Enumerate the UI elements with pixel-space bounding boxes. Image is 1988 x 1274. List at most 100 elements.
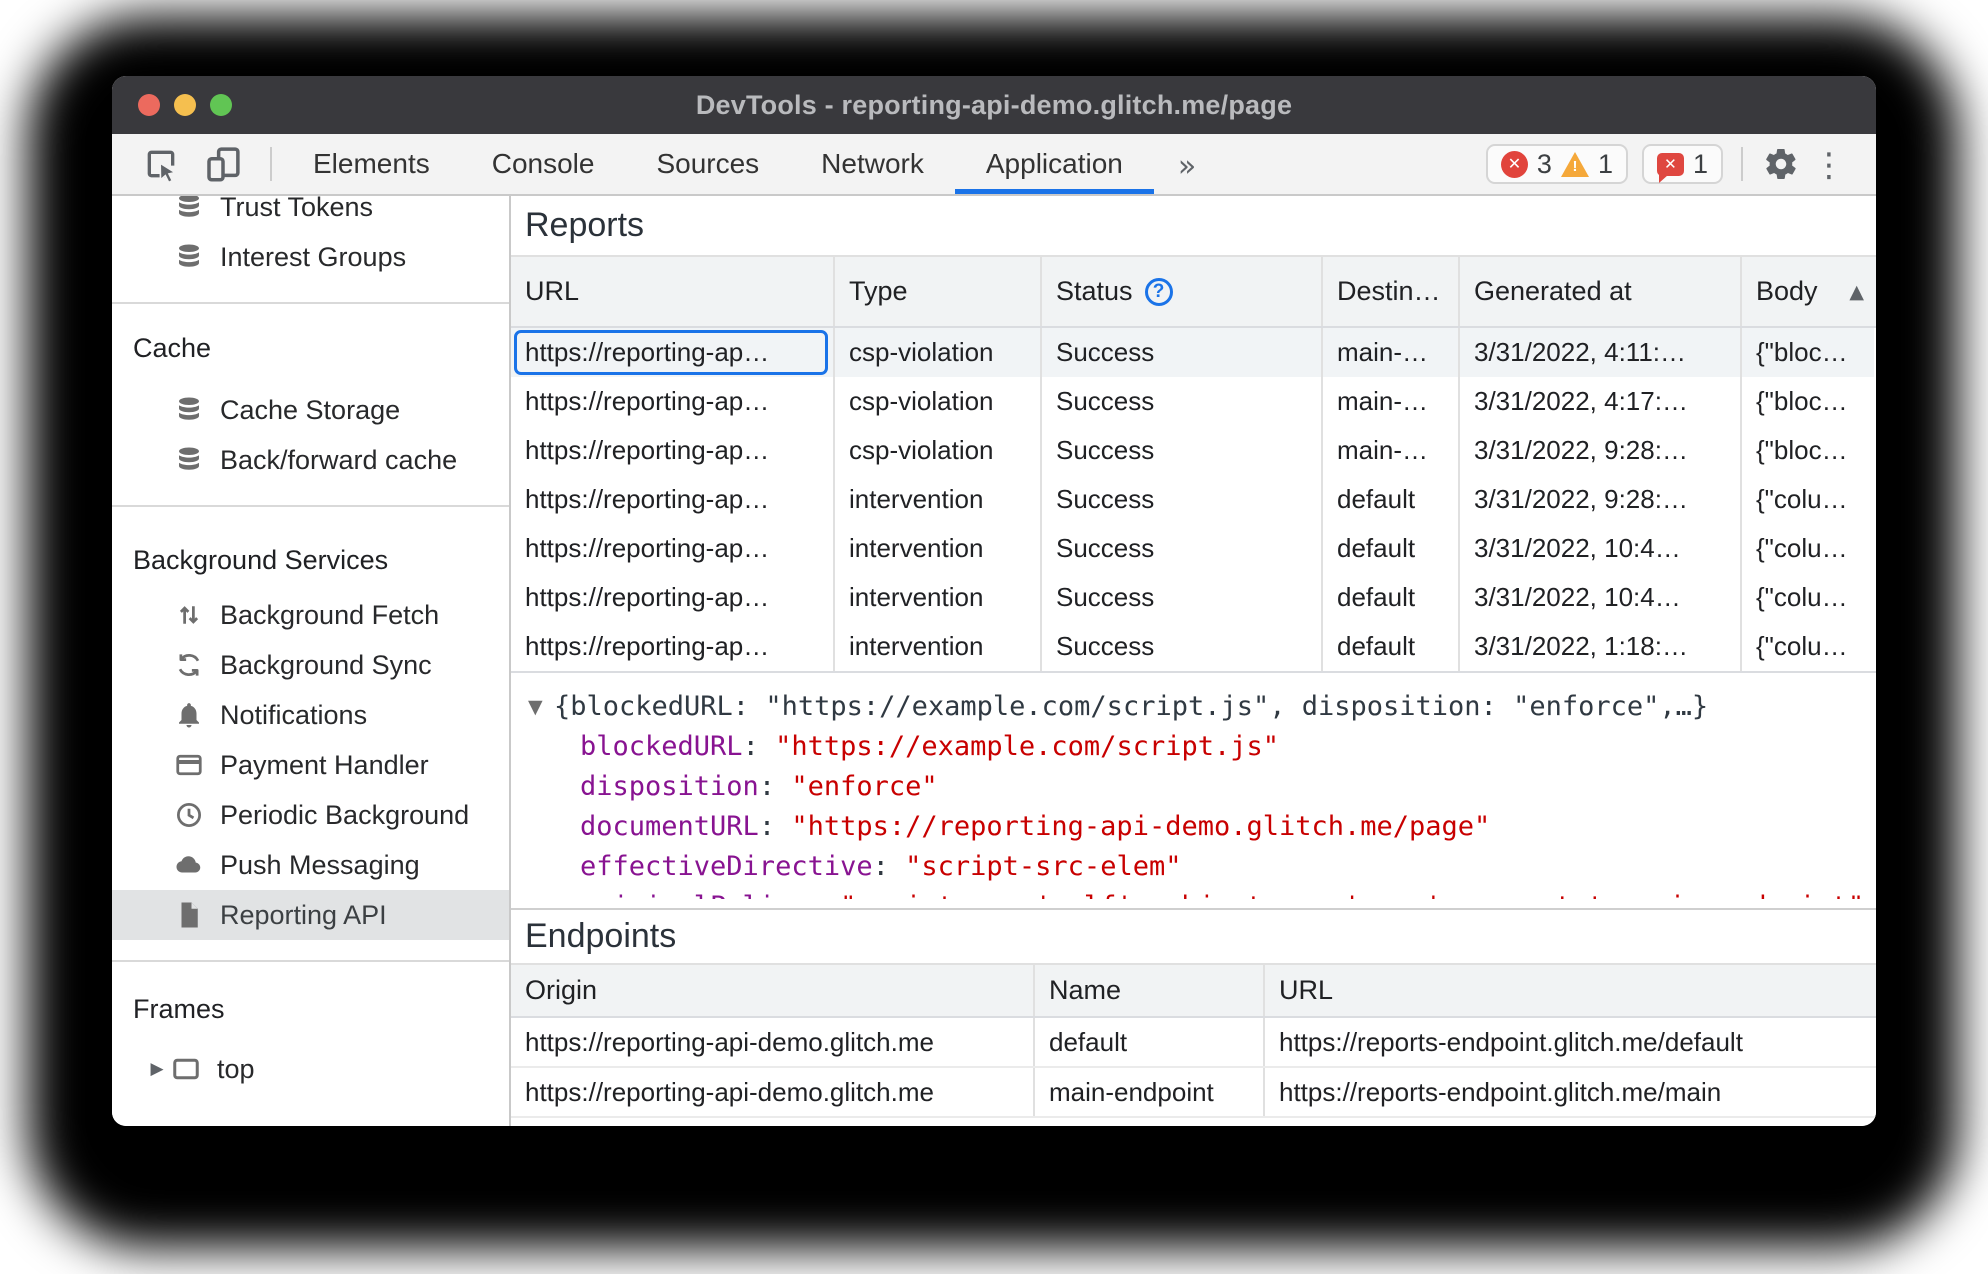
report-row[interactable]: https://reporting-ap… csp-violation Succ…: [511, 377, 1876, 426]
minimize-button[interactable]: [174, 94, 196, 116]
cell-destination[interactable]: main-…: [1323, 328, 1460, 377]
column-header-generated-at[interactable]: Generated at: [1460, 257, 1742, 326]
column-header-origin[interactable]: Origin: [511, 965, 1035, 1016]
tab-console[interactable]: Console: [461, 134, 626, 194]
sidebar-item-background-sync[interactable]: Background Sync: [112, 640, 509, 690]
cell-url[interactable]: https://reporting-ap…: [511, 475, 835, 524]
collapse-arrow-icon[interactable]: ▼: [528, 687, 554, 727]
cell-body[interactable]: {"bloc…: [1742, 377, 1874, 426]
cell-destination[interactable]: main-…: [1323, 426, 1460, 475]
sidebar-item-cache-storage[interactable]: Cache Storage: [112, 385, 509, 435]
cell-type[interactable]: csp-violation: [835, 377, 1042, 426]
sidebar-item-interest-groups[interactable]: Interest Groups: [112, 232, 509, 282]
cell-url[interactable]: https://reporting-ap…: [511, 573, 835, 622]
column-header-destination[interactable]: Destin…: [1323, 257, 1460, 326]
cell-generated-at[interactable]: 3/31/2022, 10:4…: [1460, 524, 1742, 573]
cell-type[interactable]: intervention: [835, 622, 1042, 671]
cell-status[interactable]: Success: [1042, 622, 1323, 671]
column-header-url[interactable]: URL: [511, 257, 835, 326]
column-header-endpoint-url[interactable]: URL: [1265, 965, 1874, 1016]
sidebar-item-payment-handler[interactable]: Payment Handler: [112, 740, 509, 790]
report-row[interactable]: https://reporting-ap… csp-violation Succ…: [511, 328, 1876, 377]
cell-name[interactable]: main-endpoint: [1035, 1068, 1265, 1116]
sidebar-item-reporting-api[interactable]: Reporting API: [112, 890, 509, 940]
cell-body[interactable]: {"colu…: [1742, 475, 1874, 524]
cell-type[interactable]: csp-violation: [835, 426, 1042, 475]
cell-generated-at[interactable]: 3/31/2022, 4:11:…: [1460, 328, 1742, 377]
json-preview-line[interactable]: ▼ {blockedURL: "https://example.com/scri…: [511, 687, 1876, 727]
cell-origin[interactable]: https://reporting-api-demo.glitch.me: [511, 1018, 1035, 1066]
tab-application[interactable]: Application: [954, 134, 1154, 194]
cell-body[interactable]: {"bloc…: [1742, 328, 1874, 377]
report-row[interactable]: https://reporting-ap… intervention Succe…: [511, 475, 1876, 524]
cell-status[interactable]: Success: [1042, 426, 1323, 475]
cell-type[interactable]: intervention: [835, 475, 1042, 524]
sidebar-item-back-forward-cache[interactable]: Back/forward cache: [112, 435, 509, 485]
issues-badge[interactable]: ✕ 1: [1641, 144, 1723, 184]
cell-endpoint-url[interactable]: https://reports-endpoint.glitch.me/main: [1265, 1068, 1874, 1116]
column-header-name[interactable]: Name: [1035, 965, 1265, 1016]
cell-url[interactable]: https://reporting-ap…: [511, 524, 835, 573]
report-row[interactable]: https://reporting-ap… intervention Succe…: [511, 573, 1876, 622]
sidebar-item-notifications[interactable]: Notifications: [112, 690, 509, 740]
cell-body[interactable]: {"colu…: [1742, 622, 1874, 671]
inspect-element-button[interactable]: [138, 134, 184, 194]
report-row[interactable]: https://reporting-ap… intervention Succe…: [511, 524, 1876, 573]
zoom-button[interactable]: [210, 94, 232, 116]
sidebar-item-trust-tokens[interactable]: Trust Tokens: [112, 196, 509, 232]
cell-status[interactable]: Success: [1042, 377, 1323, 426]
endpoint-row[interactable]: https://reporting-api-demo.glitch.me def…: [511, 1018, 1876, 1068]
cell-body[interactable]: {"colu…: [1742, 573, 1874, 622]
cell-destination[interactable]: default: [1323, 524, 1460, 573]
sidebar-item-periodic-background-sync[interactable]: Periodic Background: [112, 790, 509, 840]
column-header-body[interactable]: Body ▲: [1742, 257, 1874, 326]
cell-generated-at[interactable]: 3/31/2022, 10:4…: [1460, 573, 1742, 622]
column-header-status[interactable]: Status ?: [1042, 257, 1323, 326]
cell-type[interactable]: csp-violation: [835, 328, 1042, 377]
cell-destination[interactable]: main-…: [1323, 377, 1460, 426]
more-tabs-button[interactable]: »: [1154, 134, 1220, 194]
settings-button[interactable]: [1761, 146, 1801, 182]
sidebar-item-frame-top[interactable]: ▶ top: [112, 1044, 509, 1094]
toggle-device-toolbar-button[interactable]: [198, 134, 248, 194]
cell-endpoint-url[interactable]: https://reports-endpoint.glitch.me/defau…: [1265, 1018, 1874, 1066]
cell-status[interactable]: Success: [1042, 328, 1323, 377]
cell-url[interactable]: https://reporting-ap…: [511, 328, 835, 377]
cell-url[interactable]: https://reporting-ap…: [511, 426, 835, 475]
cell-status[interactable]: Success: [1042, 475, 1323, 524]
cell-body[interactable]: {"bloc…: [1742, 426, 1874, 475]
cell-type[interactable]: intervention: [835, 573, 1042, 622]
error-count: 3: [1536, 148, 1552, 179]
cell-origin[interactable]: https://reporting-api-demo.glitch.me: [511, 1068, 1035, 1116]
cell-generated-at[interactable]: 3/31/2022, 9:28:…: [1460, 426, 1742, 475]
cell-destination[interactable]: default: [1323, 475, 1460, 524]
cell-generated-at[interactable]: 3/31/2022, 1:18:…: [1460, 622, 1742, 671]
status-help-icon[interactable]: ?: [1144, 277, 1173, 306]
cell-url[interactable]: https://reporting-ap…: [511, 377, 835, 426]
console-status-badge[interactable]: ✕ 3 ! 1: [1485, 144, 1628, 184]
endpoint-row[interactable]: https://reporting-api-demo.glitch.me mai…: [511, 1068, 1876, 1118]
report-row[interactable]: https://reporting-ap… intervention Succe…: [511, 622, 1876, 671]
column-header-type[interactable]: Type: [835, 257, 1042, 326]
close-button[interactable]: [138, 94, 160, 116]
cell-destination[interactable]: default: [1323, 622, 1460, 671]
cell-url[interactable]: https://reporting-ap…: [511, 622, 835, 671]
cell-destination[interactable]: default: [1323, 573, 1460, 622]
tab-sources[interactable]: Sources: [625, 134, 790, 194]
overflow-menu-button[interactable]: ⋮: [1813, 145, 1846, 184]
tab-elements[interactable]: Elements: [282, 134, 461, 194]
cell-status[interactable]: Success: [1042, 524, 1323, 573]
sidebar-item-push-messaging[interactable]: Push Messaging: [112, 840, 509, 890]
cell-status[interactable]: Success: [1042, 573, 1323, 622]
warning-count: 1: [1597, 148, 1613, 179]
sidebar-item-background-fetch[interactable]: Background Fetch: [112, 590, 509, 640]
tab-network[interactable]: Network: [790, 134, 955, 194]
report-row[interactable]: https://reporting-ap… csp-violation Succ…: [511, 426, 1876, 475]
cell-type[interactable]: intervention: [835, 524, 1042, 573]
cell-body[interactable]: {"colu…: [1742, 524, 1874, 573]
expand-arrow-icon[interactable]: ▶: [144, 1059, 170, 1079]
cell-name[interactable]: default: [1035, 1018, 1265, 1066]
cell-generated-at[interactable]: 3/31/2022, 9:28:…: [1460, 475, 1742, 524]
cell-generated-at[interactable]: 3/31/2022, 4:17:…: [1460, 377, 1742, 426]
device-toolbar-icon: [202, 143, 244, 185]
